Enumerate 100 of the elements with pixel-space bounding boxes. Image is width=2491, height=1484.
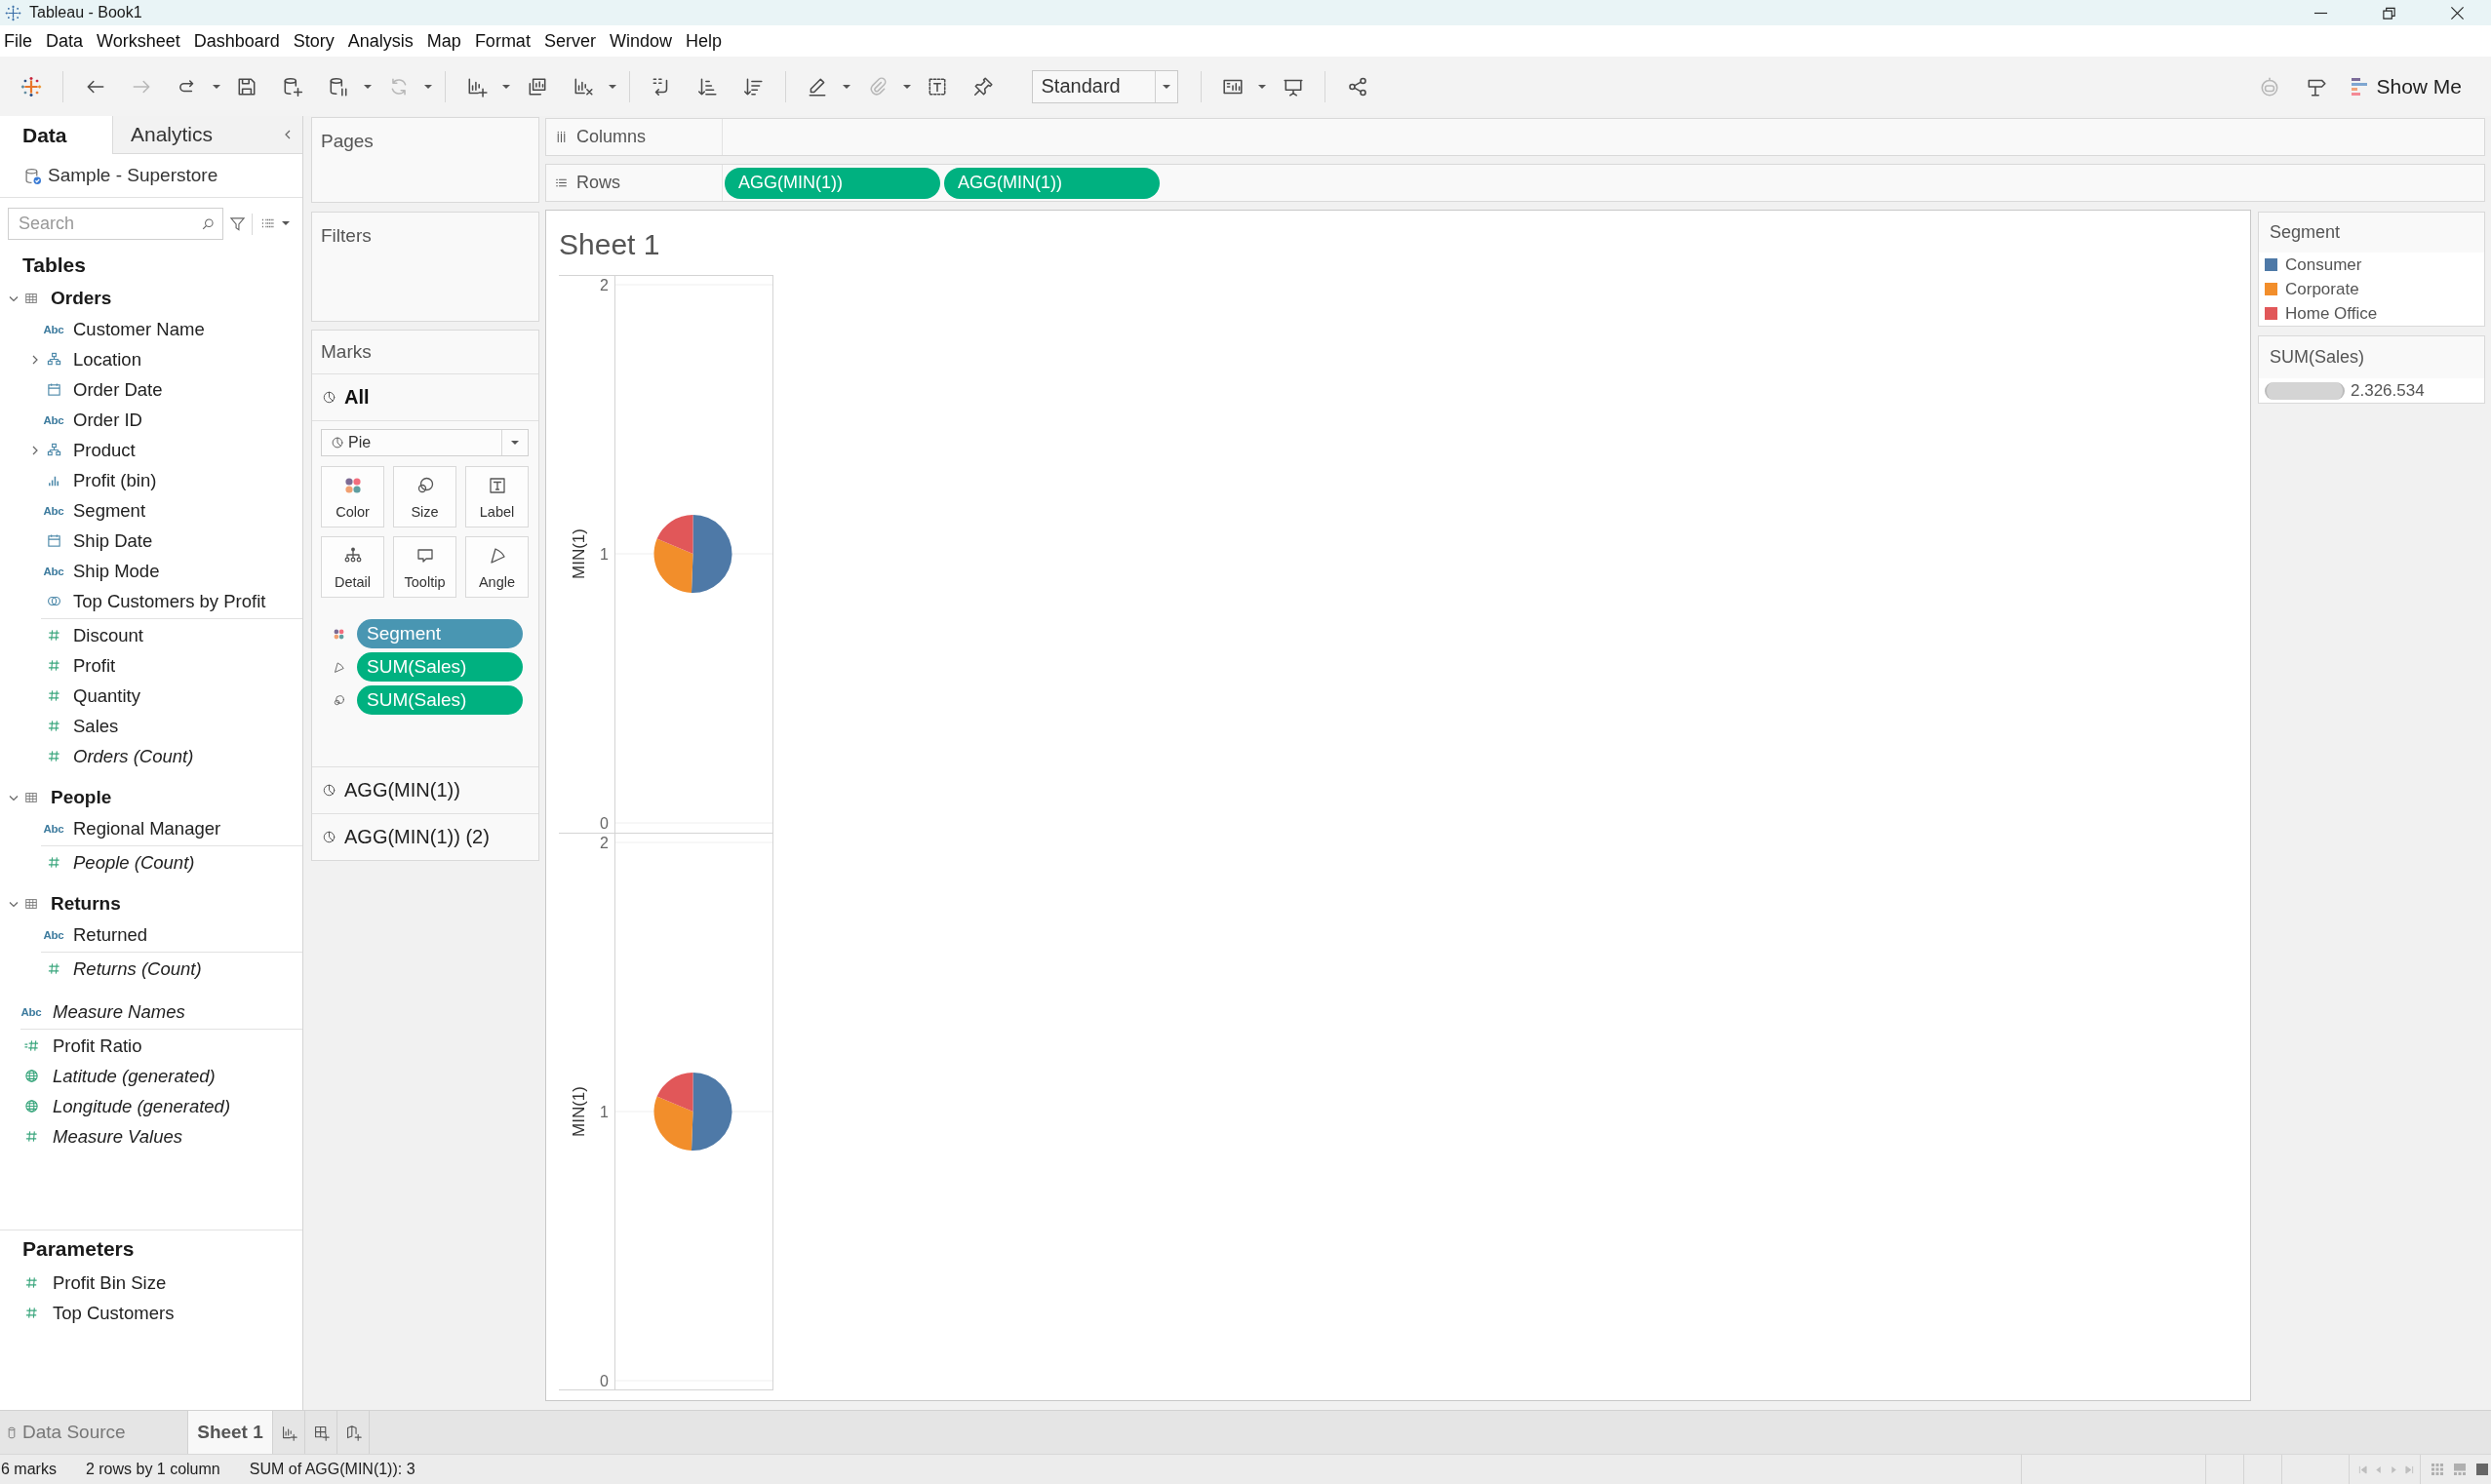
close-icon[interactable] (2449, 5, 2465, 20)
field-item[interactable]: Location (43, 348, 141, 371)
pie-icon (331, 436, 344, 449)
field-item[interactable]: Top Customers by Profit (43, 590, 266, 612)
calendar-icon (46, 382, 61, 397)
legend-label: Consumer (2285, 254, 2362, 275)
pie-slice[interactable] (692, 515, 732, 593)
menu-item[interactable]: Analysis (340, 28, 420, 54)
data-source-name[interactable]: Sample - Superstore (48, 165, 218, 186)
field-item[interactable]: Quantity (43, 684, 140, 707)
fit-dropdown[interactable]: Standard (1031, 69, 1178, 103)
field-item[interactable]: Abc Measure Names (20, 1000, 185, 1023)
field-item[interactable]: Latitude (generated) (20, 1065, 216, 1087)
color-swatch-icon[interactable] (2265, 258, 2277, 271)
filter-icon[interactable] (229, 215, 246, 232)
restore-icon[interactable] (2381, 5, 2396, 20)
menu-item[interactable]: Help (678, 28, 729, 54)
card-title: Filters (320, 224, 373, 247)
book-plus-icon[interactable] (344, 1424, 362, 1441)
field-item[interactable]: Ship Date (43, 529, 153, 552)
table-item[interactable]: People (24, 787, 112, 808)
field-item[interactable]: Abc Regional Manager (43, 817, 221, 840)
table-item[interactable]: Orders (24, 288, 112, 309)
color-swatch-icon[interactable] (2265, 307, 2277, 320)
menu-item[interactable]: Data (39, 28, 91, 54)
field-item[interactable]: Abc Ship Mode (43, 560, 160, 582)
tooltip-button[interactable]: Tooltip (393, 536, 456, 598)
angle-button[interactable]: Angle (465, 536, 529, 598)
data-type-label: Abc (43, 323, 64, 335)
color-button[interactable]: Color (321, 466, 384, 527)
menu-item[interactable]: Worksheet (90, 28, 187, 54)
field-item[interactable]: Profit Ratio (20, 1035, 142, 1057)
marks-layer[interactable]: AGG(MIN(1)) (2) (312, 813, 538, 860)
field-item[interactable]: Product (43, 439, 136, 461)
pie-slice[interactable] (653, 538, 693, 593)
menu-item[interactable]: Map (419, 28, 468, 54)
field-item[interactable]: Profit (43, 654, 116, 677)
show-me-button[interactable]: Show Me (2348, 70, 2466, 102)
menu-item[interactable]: Story (286, 28, 341, 54)
field-item[interactable]: Orders (Count) (43, 745, 194, 767)
hash-icon (46, 658, 61, 673)
list-view-icon[interactable] (260, 216, 276, 230)
toolbar-button[interactable] (328, 75, 372, 98)
field-item[interactable]: Returns (Count) (43, 957, 202, 980)
field-item[interactable]: Order Date (43, 378, 163, 401)
database-icon (24, 167, 41, 184)
field-item[interactable]: People (Count) (43, 851, 195, 874)
menu-item[interactable]: Server (536, 28, 603, 54)
pie-slice[interactable] (656, 1073, 693, 1112)
grid-plus-icon[interactable] (312, 1424, 330, 1441)
data-type-label: Abc (43, 565, 64, 577)
chart-plus-icon[interactable] (280, 1424, 297, 1441)
pie-chart[interactable] (653, 1073, 732, 1151)
label-button[interactable]: Label (465, 466, 529, 527)
pane-tab[interactable]: Data (0, 116, 112, 154)
card-title: Pages (320, 130, 375, 152)
table-icon (24, 897, 38, 911)
parameter-item[interactable]: Top Customers (20, 1302, 175, 1324)
size-button[interactable]: Size (393, 466, 456, 527)
field-item[interactable]: Profit (bin) (43, 469, 157, 491)
marks-layer[interactable]: All (312, 373, 538, 420)
logo-icon[interactable] (20, 75, 42, 98)
field-item[interactable]: Discount (43, 624, 143, 646)
mark-type-dropdown[interactable]: Pie (321, 429, 529, 456)
caret-icon (423, 84, 432, 89)
data-type-label: Abc (20, 1005, 42, 1018)
hierarchy-icon (46, 443, 61, 457)
marks-layer[interactable]: AGG(MIN(1)) (312, 766, 538, 813)
pie-slice[interactable] (653, 1096, 693, 1151)
menu-item[interactable]: Window (602, 28, 679, 54)
pie-slice[interactable] (656, 515, 693, 554)
pane-tab[interactable]: Analytics (112, 116, 281, 153)
columns-icon (555, 131, 568, 143)
share-icon[interactable] (1346, 75, 1368, 98)
detail-button[interactable]: Detail (321, 536, 384, 598)
dot-grid-icon[interactable] (2432, 1464, 2443, 1475)
hash-icon (23, 1306, 39, 1320)
table-item[interactable]: Returns (24, 893, 121, 915)
menu-item[interactable]: Format (467, 28, 537, 54)
field-item[interactable]: Sales (43, 715, 119, 737)
pie-slice[interactable] (692, 1073, 732, 1151)
caret-icon[interactable] (282, 221, 290, 225)
field-item[interactable]: Abc Order ID (43, 409, 142, 431)
menu-item[interactable]: File (0, 28, 39, 54)
field-item[interactable]: Longitude (generated) (20, 1095, 231, 1117)
search-field[interactable]: Search (8, 208, 223, 240)
database-plus-icon[interactable] (282, 75, 303, 98)
sheet-tab[interactable]: Sheet 1 (188, 1411, 273, 1454)
field-item[interactable]: Abc Segment (43, 499, 146, 522)
four-dots-icon (333, 627, 345, 641)
menu-item[interactable]: Dashboard (186, 28, 287, 54)
field-item[interactable]: Abc Customer Name (43, 318, 205, 340)
list-icon (555, 176, 568, 189)
field-item[interactable]: Abc Returned (43, 923, 148, 946)
color-swatch-icon[interactable] (2265, 283, 2277, 295)
field-item[interactable]: Measure Values (20, 1125, 182, 1148)
pie-chart[interactable] (653, 515, 732, 593)
pie-icon (322, 390, 336, 405)
parameter-item[interactable]: Profit Bin Size (20, 1271, 167, 1294)
pin-icon[interactable] (972, 75, 994, 98)
